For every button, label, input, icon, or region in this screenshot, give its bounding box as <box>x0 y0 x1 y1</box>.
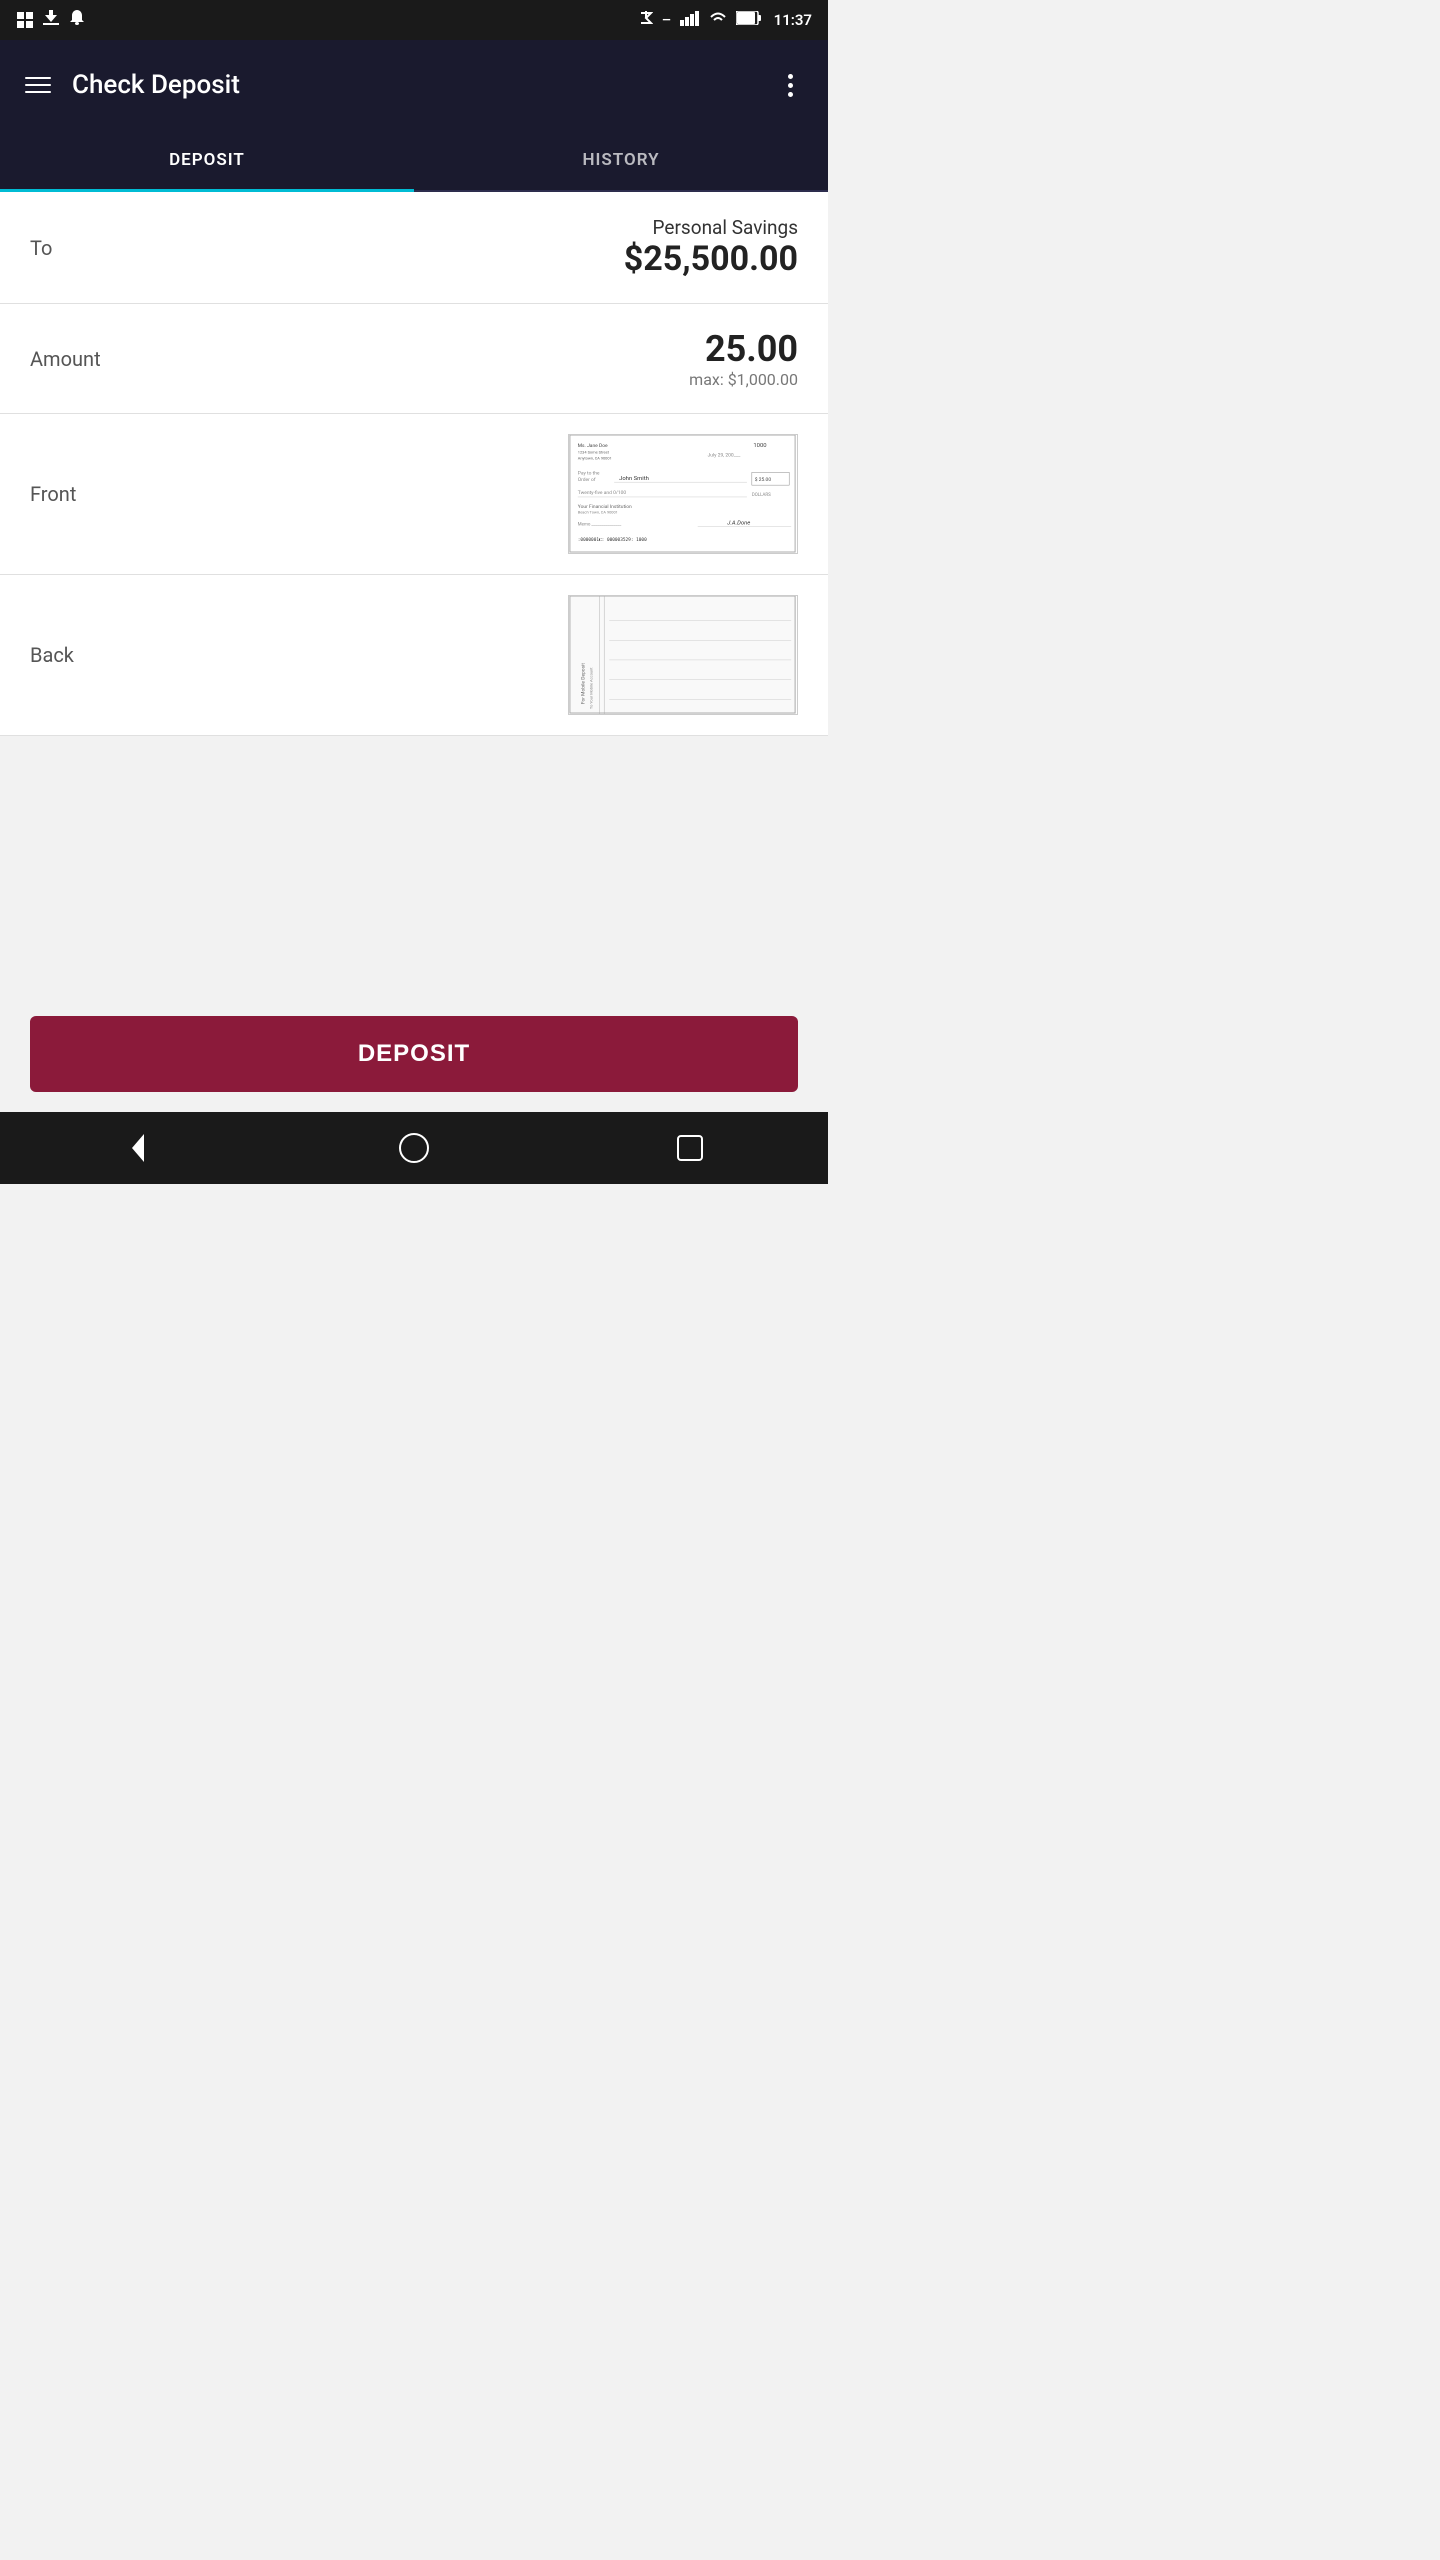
svg-text::0000001⑆: 000003529: 1000: :0000001⑆: 000003529: 1000 <box>578 537 647 543</box>
svg-text:Anytown, CA 90001: Anytown, CA 90001 <box>578 456 612 461</box>
status-bar: − 11:37 <box>0 0 828 40</box>
svg-text:Memo _______________: Memo _______________ <box>578 521 621 527</box>
back-label: Back <box>30 643 210 667</box>
to-label: To <box>30 236 210 260</box>
tabs-container: DEPOSIT HISTORY <box>0 130 828 192</box>
svg-text:Ms. Jane Doe: Ms. Jane Doe <box>578 443 608 449</box>
status-bar-left <box>16 9 86 31</box>
battery-icon <box>736 11 762 29</box>
svg-text:DOLLARS: DOLLARS <box>752 492 771 498</box>
app-bar: Check Deposit <box>0 40 828 130</box>
bottom-nav <box>0 1112 828 1184</box>
front-label: Front <box>30 482 210 506</box>
recents-button[interactable] <box>660 1118 720 1178</box>
to-row: To Personal Savings $25,500.00 <box>0 192 828 304</box>
amount-value: 25.00 <box>210 328 798 370</box>
back-button[interactable] <box>108 1118 168 1178</box>
bluetooth-icon <box>639 9 653 31</box>
svg-text:$ 25.00: $ 25.00 <box>755 476 772 483</box>
back-image-wrapper[interactable]: For Mobile Deposit To Your Mobile Accoun… <box>230 595 798 715</box>
svg-text:J.A.Done: J.A.Done <box>727 520 750 526</box>
svg-text:1000: 1000 <box>753 443 766 449</box>
wifi-icon <box>708 10 728 30</box>
page-title: Check Deposit <box>72 70 772 100</box>
amount-label: Amount <box>30 347 210 371</box>
amount-value-container[interactable]: 25.00 max: $1,000.00 <box>210 328 798 389</box>
svg-text:July 29, 200___: July 29, 200___ <box>708 453 742 459</box>
menu-button[interactable] <box>20 67 56 103</box>
more-options-button[interactable] <box>772 67 808 103</box>
gray-spacer <box>0 736 828 996</box>
signal-icon <box>680 10 700 30</box>
deposit-button-wrapper: Deposit <box>0 996 828 1112</box>
back-check-image[interactable]: For Mobile Deposit To Your Mobile Accoun… <box>568 595 798 715</box>
svg-text:Pay to the: Pay to the <box>578 470 600 476</box>
status-bar-right: − 11:37 <box>639 9 812 31</box>
account-name: Personal Savings <box>210 216 798 239</box>
svg-text:1234 Some Street: 1234 Some Street <box>578 450 610 455</box>
to-value[interactable]: Personal Savings $25,500.00 <box>210 216 798 279</box>
minus-icon: − <box>661 10 671 31</box>
deposit-button[interactable]: Deposit <box>30 1016 798 1092</box>
tab-deposit[interactable]: DEPOSIT <box>0 130 414 190</box>
svg-text:Twenty-five and 0/100: Twenty-five and 0/100 <box>578 489 627 496</box>
svg-text:To Your Mobile Account: To Your Mobile Account <box>589 667 594 709</box>
tab-history[interactable]: HISTORY <box>414 130 828 190</box>
account-balance: $25,500.00 <box>210 239 798 279</box>
svg-text:John Smith: John Smith <box>619 476 649 482</box>
amount-row: Amount 25.00 max: $1,000.00 <box>0 304 828 414</box>
history-tab-label: HISTORY <box>582 150 659 170</box>
notifications-icon <box>68 9 86 31</box>
home-button[interactable] <box>384 1118 444 1178</box>
form-content: To Personal Savings $25,500.00 Amount 25… <box>0 192 828 736</box>
svg-text:For Mobile Deposit: For Mobile Deposit <box>581 663 587 704</box>
time-display: 11:37 <box>774 11 812 29</box>
grid-icon <box>16 11 34 29</box>
svg-text:Order of: Order of <box>578 476 596 483</box>
back-row: Back For Mobile Deposit To Your Mobile A… <box>0 575 828 736</box>
front-check-image[interactable]: Ms. Jane Doe 1234 Some Street Anytown, C… <box>568 434 798 554</box>
deposit-tab-label: DEPOSIT <box>169 150 245 170</box>
amount-max: max: $1,000.00 <box>210 370 798 389</box>
download-icon <box>42 9 60 31</box>
front-image-wrapper[interactable]: Ms. Jane Doe 1234 Some Street Anytown, C… <box>230 434 798 554</box>
front-row: Front Ms. Jane Doe 1234 Some Street Anyt… <box>0 414 828 575</box>
svg-text:Beach Town, CA 90001: Beach Town, CA 90001 <box>578 510 618 515</box>
